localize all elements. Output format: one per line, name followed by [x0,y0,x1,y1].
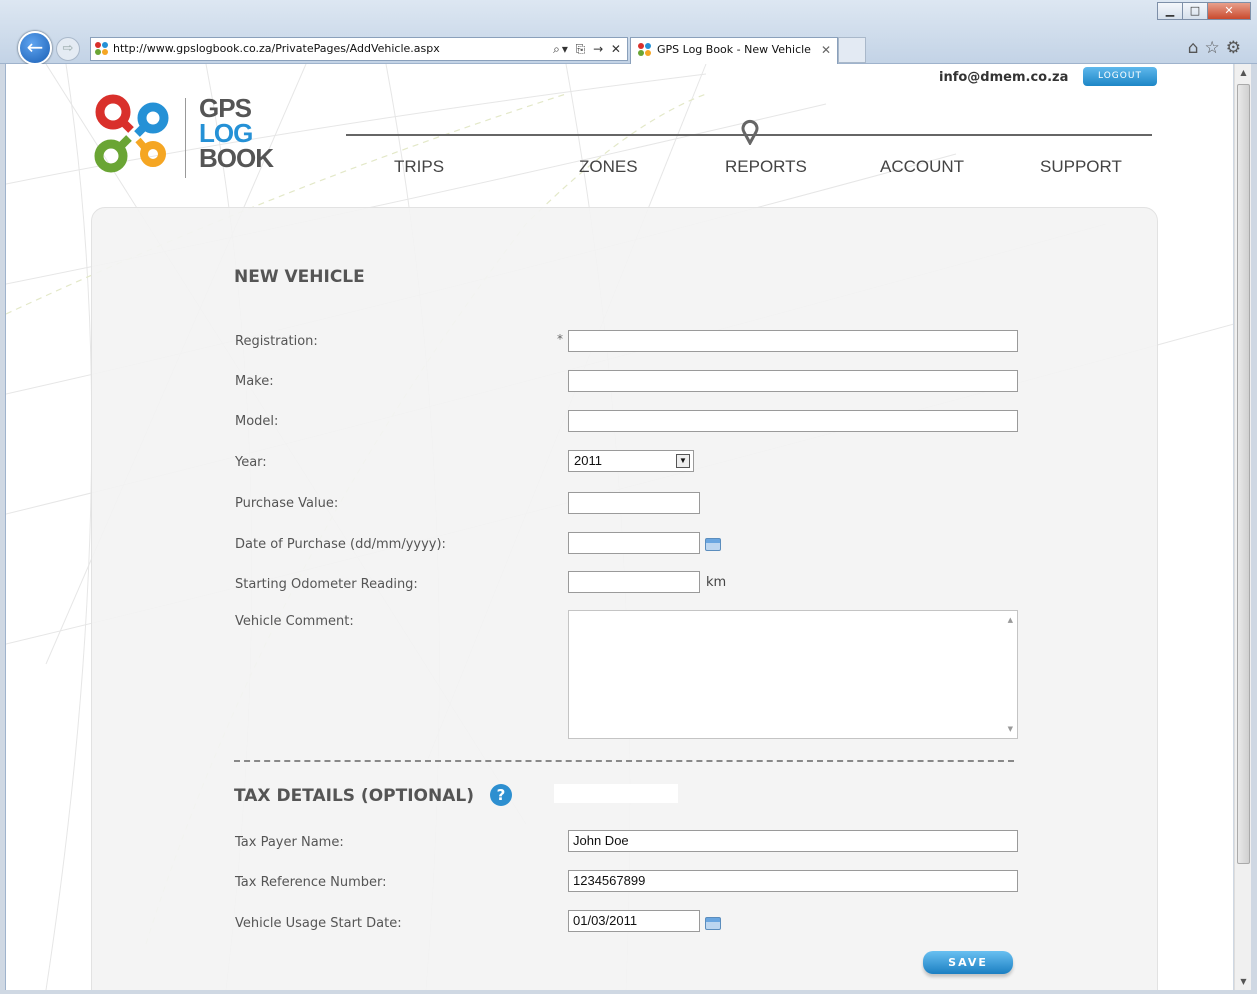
purchase-value-input[interactable] [568,492,700,514]
logo-pins-icon [94,94,169,173]
logo-divider [185,98,186,178]
page-title: NEW VEHICLE [234,267,365,287]
chevron-down-icon[interactable]: ▼ [676,454,690,468]
usage-start-input[interactable]: 01/03/2011 [568,910,700,932]
tax-reference-input[interactable]: 1234567899 [568,870,1018,892]
tab-title: GPS Log Book - New Vehicle [657,43,811,56]
scroll-down-icon[interactable]: ▼ [1008,725,1013,733]
year-label: Year: [235,455,267,470]
odometer-unit: km [706,575,727,590]
browser-tab[interactable]: GPS Log Book - New Vehicle ✕ [630,37,838,64]
scroll-up-icon[interactable]: ▲ [1008,616,1013,624]
model-label: Model: [235,414,279,429]
tab-close-icon[interactable]: ✕ [821,38,831,62]
logo-text: GPS LOG BOOK [199,95,274,173]
site-favicon-icon [95,42,109,56]
address-tools-icon[interactable]: ⌕▾ ⎘ → ✕ [553,38,623,60]
logout-button[interactable]: LOGOUT [1083,67,1157,86]
odometer-label: Starting Odometer Reading: [235,577,418,592]
minimize-button[interactable]: ▁ [1157,2,1183,20]
comment-textarea[interactable]: ▲ ▼ [568,610,1018,739]
scroll-down-icon[interactable]: ▼ [1235,973,1252,990]
page-viewport: info@dmem.co.za LOGOUT GPS LOG BOOK TRIP… [5,64,1233,990]
logo-line-book: BOOK [199,143,274,173]
model-input[interactable] [568,410,1018,432]
close-window-button[interactable]: ✕ [1207,2,1251,20]
forward-button[interactable]: ⇨ [56,37,80,61]
purchase-date-label: Date of Purchase (dd/mm/yyyy): [235,537,446,552]
location-pin-icon [741,119,759,145]
nav-zones[interactable]: ZONES [579,157,638,177]
nav-reports[interactable]: REPORTS [725,157,807,177]
url-text: http://www.gpslogbook.co.za/PrivatePages… [113,42,440,55]
back-button[interactable]: ← [18,31,52,65]
calendar-icon[interactable] [705,917,721,930]
tax-section-title: TAX DETAILS (OPTIONAL) [234,786,474,806]
registration-label: Registration: [235,334,318,349]
tab-favicon-icon [638,43,652,57]
new-tab-button[interactable] [838,37,866,63]
make-input[interactable] [568,370,1018,392]
tax-payer-name-label: Tax Payer Name: [235,835,344,850]
tax-reference-label: Tax Reference Number: [235,875,387,890]
nav-account[interactable]: ACCOUNT [880,157,964,177]
odometer-input[interactable] [568,571,700,593]
maximize-button[interactable]: □ [1182,2,1208,20]
blank-box [554,784,678,803]
purchase-date-input[interactable] [568,532,700,554]
tax-payer-name-input[interactable]: John Doe [568,830,1018,852]
address-bar[interactable]: http://www.gpslogbook.co.za/PrivatePages… [90,37,628,61]
make-label: Make: [235,374,274,389]
nav-trips[interactable]: TRIPS [394,157,444,177]
usage-start-label: Vehicle Usage Start Date: [235,916,402,931]
save-button[interactable]: SAVE [923,951,1013,974]
textarea-scrollbar[interactable]: ▲ ▼ [1001,611,1017,738]
section-divider [234,760,1014,762]
purchase-value-label: Purchase Value: [235,496,339,511]
comment-label: Vehicle Comment: [235,614,354,629]
window-controls: ▁ □ ✕ [1157,2,1251,20]
page-scrollbar[interactable]: ▲ ▼ [1234,64,1251,990]
browser-titlebar: ▁ □ ✕ ← ⇨ http://www.gpslogbook.co.za/Pr… [0,0,1257,65]
year-selected-value: 2011 [574,453,602,468]
help-icon[interactable]: ? [490,784,512,806]
registration-input[interactable] [568,330,1018,352]
scroll-up-icon[interactable]: ▲ [1235,64,1252,81]
nav-support[interactable]: SUPPORT [1040,157,1122,177]
year-select[interactable]: 2011 ▼ [568,450,694,472]
scrollbar-thumb[interactable] [1237,84,1250,864]
home-favorites-tools-icon[interactable]: ⌂☆⚙ [1188,38,1247,58]
gps-logbook-logo[interactable]: GPS LOG BOOK [91,90,291,190]
required-marker: * [557,332,563,346]
user-email: info@dmem.co.za [939,70,1069,85]
calendar-icon[interactable] [705,538,721,551]
